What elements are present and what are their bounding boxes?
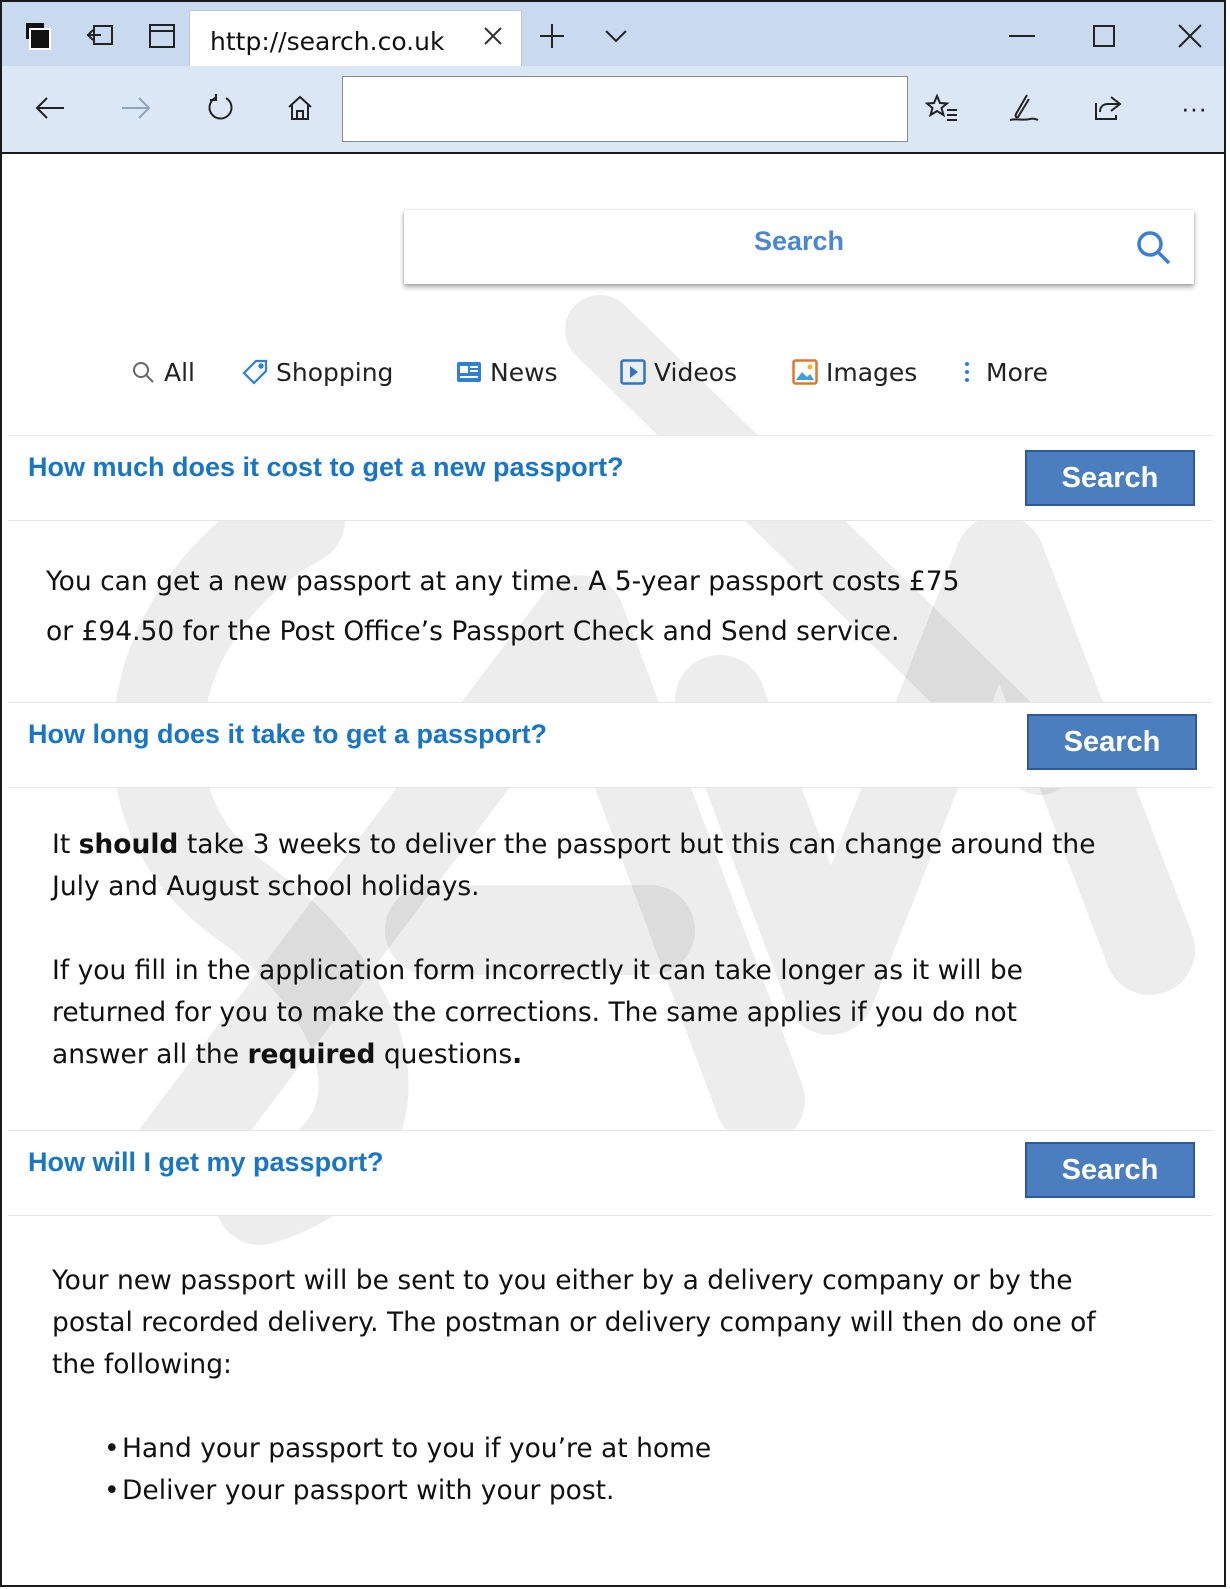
answer-paragraph: answer all the required questions.: [52, 1034, 1096, 1076]
text-run: It: [52, 829, 79, 860]
answer-text: Your new passport will be sent to you ei…: [52, 1260, 1096, 1512]
search-button[interactable]: Search: [1027, 714, 1197, 770]
tab-stack-icon[interactable]: [18, 14, 58, 58]
filter-shopping-label: Shopping: [276, 357, 394, 387]
question-title[interactable]: How will I get my passport?: [28, 1147, 384, 1178]
search-icon[interactable]: [1134, 228, 1174, 268]
filter-videos-label: Videos: [654, 357, 738, 387]
back-arrow-icon[interactable]: [28, 86, 72, 130]
minimize-icon[interactable]: [1002, 14, 1042, 58]
answer-line: returned for you to make the corrections…: [52, 997, 1018, 1028]
filter-more-label: More: [986, 357, 1048, 387]
answer-line: or £94.50 for the Post Office’s Passport…: [46, 616, 900, 647]
filter-news-label: News: [490, 357, 558, 387]
more-options-icon[interactable]: ···: [1172, 86, 1216, 130]
answer-text: It should take 3 weeks to deliver the pa…: [52, 824, 1096, 1076]
favorites-icon[interactable]: [920, 86, 964, 130]
news-icon: [456, 359, 482, 385]
answer-paragraph: It should take 3 weeks to deliver the pa…: [52, 824, 1096, 866]
answer-line: postal recorded delivery. The postman or…: [52, 1307, 1096, 1338]
text-run: questions: [375, 1039, 513, 1070]
kebab-icon: [960, 359, 974, 385]
answer-line: You can get a new passport at any time. …: [46, 566, 960, 597]
bullet-list: Hand your passport to you if you’re at h…: [104, 1428, 1096, 1512]
answer-line: the following:: [52, 1349, 232, 1380]
search-filters: All Shopping News Videos Images More: [0, 352, 1230, 392]
new-tab-icon[interactable]: [532, 14, 572, 58]
tab-title: http://search.co.uk: [210, 27, 445, 56]
bold-text: should: [78, 829, 179, 860]
filter-all[interactable]: All: [130, 352, 195, 392]
set-aside-tabs-icon[interactable]: [80, 14, 120, 58]
answer-text: You can get a new passport at any time. …: [46, 561, 960, 653]
address-bar[interactable]: [342, 76, 908, 142]
play-icon: [620, 359, 646, 385]
filter-all-label: All: [164, 357, 195, 387]
filter-images-label: Images: [826, 357, 918, 387]
share-icon[interactable]: [1086, 86, 1130, 130]
answer-line: Your new passport will be sent to you ei…: [52, 1265, 1073, 1296]
bold-text: required: [247, 1039, 376, 1070]
search-button[interactable]: Search: [1025, 1142, 1195, 1198]
navigation-bar: ···: [2, 66, 1224, 154]
filter-videos[interactable]: Videos: [620, 352, 737, 392]
answer-line: July and August school holidays.: [52, 871, 480, 902]
filter-images[interactable]: Images: [792, 352, 917, 392]
text-run: answer all the: [52, 1039, 248, 1070]
question-title[interactable]: How much does it cost to get a new passp…: [28, 452, 624, 483]
chevron-down-icon[interactable]: [596, 14, 636, 58]
home-icon[interactable]: [278, 86, 322, 130]
maximize-icon[interactable]: [1084, 14, 1124, 58]
search-icon: [130, 359, 156, 385]
search-input[interactable]: Search: [404, 210, 1194, 284]
search-button[interactable]: Search: [1025, 450, 1195, 506]
bold-text: .: [512, 1039, 523, 1070]
filter-more[interactable]: More: [960, 352, 1048, 392]
search-placeholder: Search: [753, 226, 845, 256]
refresh-icon[interactable]: [198, 86, 242, 130]
tab-bar: http://search.co.uk: [2, 2, 1224, 68]
list-item: Deliver your passport with your post.: [104, 1470, 1096, 1512]
close-window-icon[interactable]: [1170, 14, 1210, 58]
tag-icon: [242, 359, 268, 385]
browser-tab[interactable]: http://search.co.uk: [189, 10, 522, 68]
close-tab-icon[interactable]: [478, 21, 508, 51]
answer-line: If you fill in the application form inco…: [52, 955, 1023, 986]
tab-preview-icon[interactable]: [142, 14, 182, 58]
filter-news[interactable]: News: [456, 352, 558, 392]
filter-shopping[interactable]: Shopping: [242, 352, 393, 392]
text-run: take 3 weeks to deliver the passport but…: [178, 829, 1096, 860]
list-item: Hand your passport to you if you’re at h…: [104, 1428, 1096, 1470]
more-options-label: ···: [1181, 92, 1207, 123]
question-title[interactable]: How long does it take to get a passport?: [28, 719, 547, 750]
pen-notes-icon[interactable]: [1002, 86, 1046, 130]
image-icon: [792, 359, 818, 385]
forward-arrow-icon[interactable]: [114, 86, 158, 130]
